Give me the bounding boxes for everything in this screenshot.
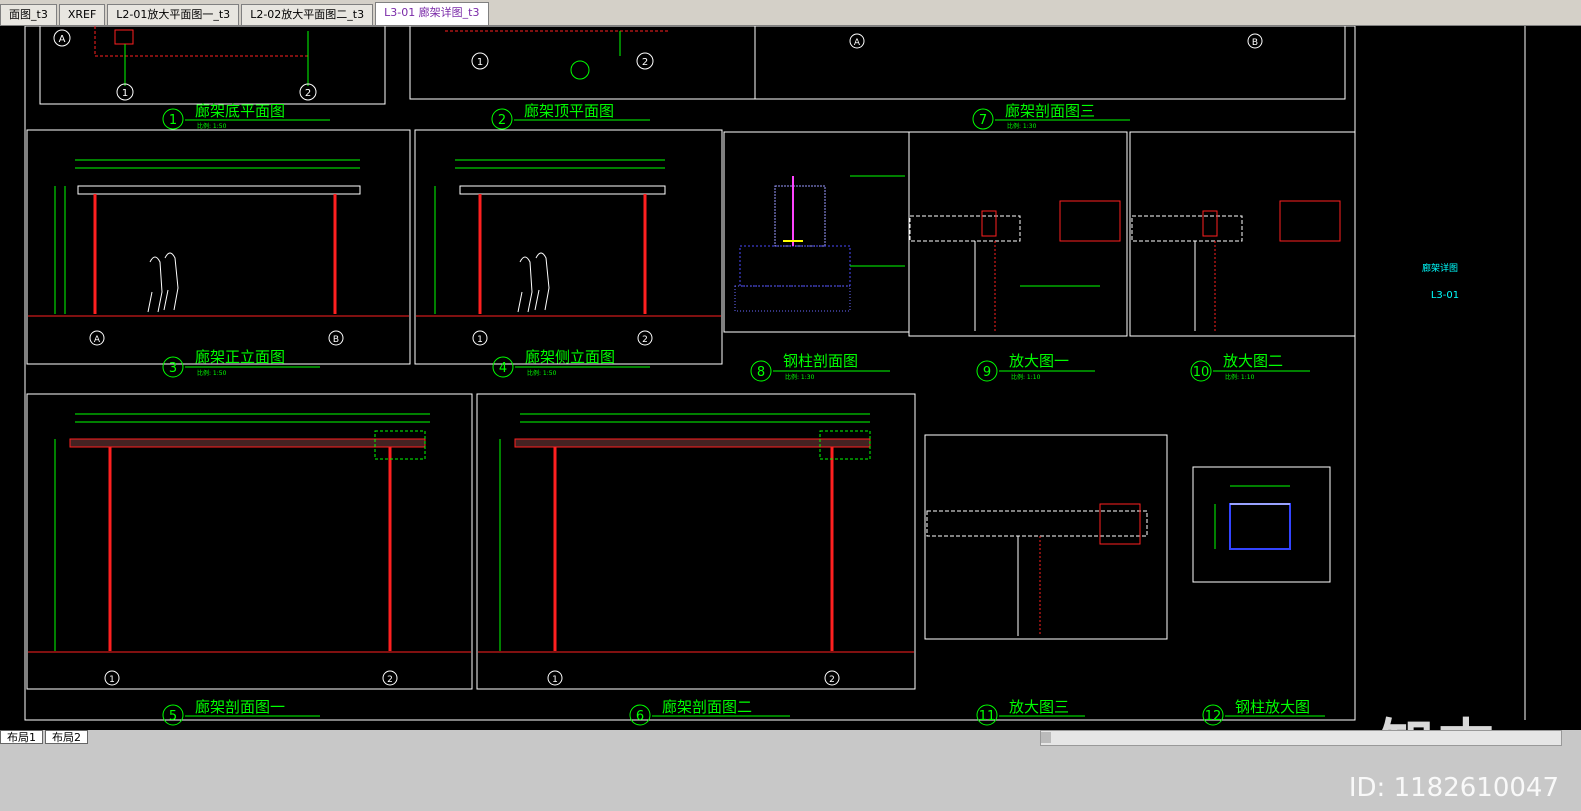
plan-column-1 xyxy=(114,29,134,45)
view-frame-2 xyxy=(409,26,756,100)
view-title-12: 12 钢柱放大图 xyxy=(1202,698,1325,726)
svg-text:比例: 1:50: 比例: 1:50 xyxy=(197,122,227,130)
scrollbar-thumb[interactable] xyxy=(1041,732,1051,743)
view-title-9: 9 放大图一 比例: 1:10 xyxy=(976,352,1095,382)
svg-text:11: 11 xyxy=(979,709,996,724)
view-frame-8 xyxy=(723,131,910,333)
file-tab-1[interactable]: XREF xyxy=(58,4,106,25)
svg-text:12: 12 xyxy=(1205,709,1222,724)
svg-text:8: 8 xyxy=(757,365,765,380)
view-title-4: 4 廊架侧立面图 比例: 1:50 xyxy=(492,348,650,378)
svg-text:廊架剖面图一: 廊架剖面图一 xyxy=(195,698,285,716)
svg-text:1: 1 xyxy=(169,113,177,128)
svg-text:比例: 1:50: 比例: 1:50 xyxy=(197,369,227,377)
svg-text:3: 3 xyxy=(169,361,177,376)
view-frame-3 xyxy=(26,129,411,365)
svg-text:比例: 1:30: 比例: 1:30 xyxy=(785,373,815,381)
plan7-axis-b: B xyxy=(1252,38,1258,48)
view-title-7: 7 廊架剖面图三 比例: 1:30 xyxy=(972,102,1130,130)
view-title-8: 8 钢柱剖面图 比例: 1:30 xyxy=(750,352,890,382)
view-title-2: 2 廊架顶平面图 xyxy=(491,102,650,130)
axis-label-a: A xyxy=(59,34,66,45)
section-8-geometry xyxy=(734,175,905,312)
view-title-3: 3 廊架正立面图 比例: 1:50 xyxy=(162,348,320,378)
axis-label-1: 1 xyxy=(122,88,128,99)
file-tab-0[interactable]: 面图_t3 xyxy=(0,4,57,25)
svg-text:放大图二: 放大图二 xyxy=(1223,352,1283,370)
layout-tabs: 布局1 布局2 xyxy=(0,730,90,744)
svg-text:4: 4 xyxy=(499,361,507,376)
north-arrow xyxy=(570,60,590,80)
view-frame-1 xyxy=(39,26,386,105)
view-frame-9 xyxy=(908,131,1128,337)
svg-text:比例: 1:10: 比例: 1:10 xyxy=(1225,373,1255,381)
sec6-axis-1: 1 xyxy=(552,675,558,685)
view-title-11: 11 放大图三 xyxy=(976,698,1085,726)
view-title-1: 1 廊架底平面图 比例: 1:50 xyxy=(162,102,330,130)
view-frame-6 xyxy=(476,393,916,690)
svg-text:廊架侧立面图: 廊架侧立面图 xyxy=(525,348,615,366)
elevation-4-geometry xyxy=(416,159,721,317)
sec5-axis-2: 2 xyxy=(387,675,393,685)
section-6-geometry xyxy=(478,413,914,653)
view-frame-12 xyxy=(1192,466,1331,583)
svg-text:比例: 1:10: 比例: 1:10 xyxy=(1011,373,1041,381)
elev3-axis-b: B xyxy=(333,335,339,345)
svg-text:比例: 1:30: 比例: 1:30 xyxy=(1007,122,1037,130)
file-tab-bar: 面图_t3 XREF L2-01放大平面图一_t3 L2-02放大平面图二_t3… xyxy=(0,0,1581,26)
detail-9-geometry xyxy=(909,200,1121,331)
section-5-geometry xyxy=(28,413,471,653)
view-frame-5 xyxy=(26,393,473,690)
file-tab-3[interactable]: L2-02放大平面图二_t3 xyxy=(241,4,374,25)
view-title-10: 10 放大图二 比例: 1:10 xyxy=(1190,352,1310,382)
svg-text:钢柱放大图: 钢柱放大图 xyxy=(1235,698,1310,716)
view-title-5: 5 廊架剖面图一 xyxy=(162,698,320,726)
file-tab-4-active[interactable]: L3-01 廊架详图_t3 xyxy=(375,2,489,25)
view-frame-7 xyxy=(754,26,1346,100)
plan2-axis-label-2: 2 xyxy=(642,57,648,68)
view-title-6: 6 廊架剖面图二 xyxy=(629,698,790,726)
titleblock-sheet-no: L3-01 xyxy=(1431,290,1459,301)
svg-text:比例: 1:50: 比例: 1:50 xyxy=(527,369,557,377)
axis-label-2: 2 xyxy=(305,88,311,99)
sec6-axis-2: 2 xyxy=(829,675,835,685)
status-bar: 布局1 布局2 ID: 1182610047 xyxy=(0,730,1581,811)
detail-12-geometry xyxy=(1214,485,1291,550)
view-frame-11 xyxy=(924,434,1168,640)
cad-drawing: A 1 2 1 2 A B 1 廊架底平面图 比例: 1:50 2 廊架顶平面图… xyxy=(24,26,1526,726)
svg-text:9: 9 xyxy=(983,365,991,380)
layout-tab-2[interactable]: 布局2 xyxy=(45,730,88,744)
elev4-axis-2: 2 xyxy=(642,335,648,345)
svg-text:钢柱剖面图: 钢柱剖面图 xyxy=(783,352,858,370)
watermark-id: ID: 1182610047 xyxy=(1348,773,1559,803)
elevation-3-geometry xyxy=(28,159,409,317)
elev3-axis-a: A xyxy=(94,335,101,345)
svg-text:廊架正立面图: 廊架正立面图 xyxy=(195,348,285,366)
drawing-canvas[interactable]: A 1 2 1 2 A B 1 廊架底平面图 比例: 1:50 2 廊架顶平面图… xyxy=(0,26,1581,730)
svg-text:7: 7 xyxy=(979,113,987,128)
watermark-logo: 知末 xyxy=(1378,701,1498,730)
svg-text:廊架底平面图: 廊架底平面图 xyxy=(195,102,285,120)
svg-text:5: 5 xyxy=(169,709,177,724)
view-frame-4 xyxy=(414,129,723,365)
plan2-axis-label-1: 1 xyxy=(477,57,483,68)
svg-text:6: 6 xyxy=(636,709,644,724)
plan7-axis-a: A xyxy=(854,38,861,48)
sec5-axis-1: 1 xyxy=(109,675,115,685)
elev4-axis-1: 1 xyxy=(477,335,483,345)
svg-text:廊架顶平面图: 廊架顶平面图 xyxy=(524,102,614,120)
svg-text:10: 10 xyxy=(1193,365,1210,380)
svg-text:廊架剖面图三: 廊架剖面图三 xyxy=(1005,102,1095,120)
horizontal-scrollbar[interactable] xyxy=(1040,730,1562,746)
layout-tab-1[interactable]: 布局1 xyxy=(0,730,43,744)
file-tab-2[interactable]: L2-01放大平面图一_t3 xyxy=(107,4,240,25)
svg-text:放大图三: 放大图三 xyxy=(1009,698,1069,716)
titleblock-sheet-name: 廊架详图 xyxy=(1422,262,1458,274)
svg-text:2: 2 xyxy=(498,113,506,128)
detail-11-geometry xyxy=(926,503,1148,636)
svg-text:放大图一: 放大图一 xyxy=(1009,352,1069,370)
svg-text:廊架剖面图二: 廊架剖面图二 xyxy=(662,698,752,716)
detail-10-geometry xyxy=(1131,200,1341,331)
